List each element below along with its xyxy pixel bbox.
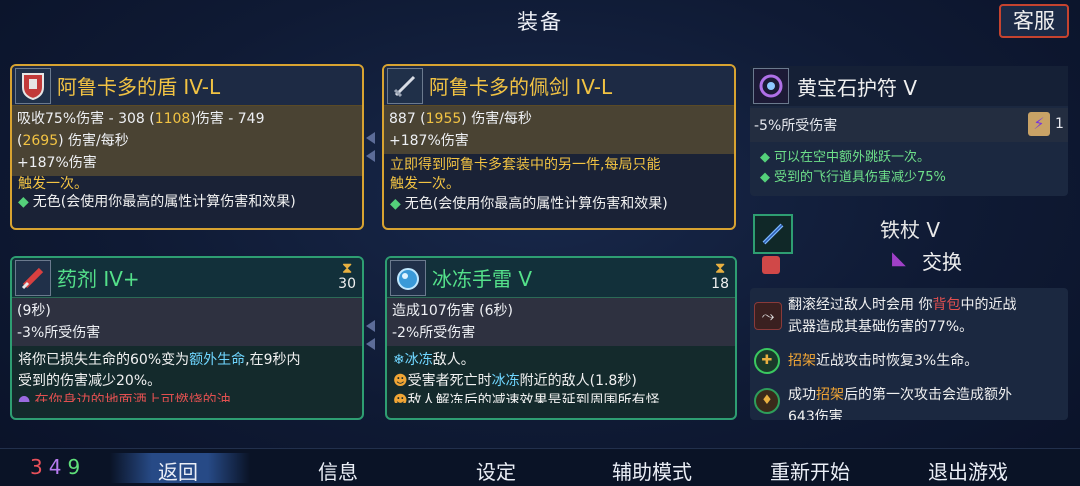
mutations-panel: ⤳ 翻滚经过敌人时会用 你背包中的近战 武器造成其基础伤害的77%。 ✚ 招架近…: [750, 288, 1068, 420]
player-avatar-icon: [762, 256, 780, 274]
restart-button[interactable]: 重新开始: [770, 456, 850, 485]
parry-bonus-icon: ♦: [754, 388, 780, 414]
shield-stats: 吸收75%伤害 - 308 (1108)伤害 - 749 (2695) 伤害/每…: [12, 106, 362, 176]
footer-menu: 349 返回 信息 设定 辅助模式 重新开始 退出游戏: [0, 448, 1080, 486]
shield-name: 阿鲁卡多的盾 IV-L: [57, 75, 221, 99]
assist-mode-button[interactable]: 辅助模式: [612, 456, 692, 485]
freeze-icon: ❄: [393, 352, 405, 368]
quit-game-button[interactable]: 退出游戏: [928, 456, 1008, 485]
grenade-name: 冰冻手雷 V: [432, 267, 533, 291]
page-title: 装备: [517, 10, 563, 34]
stat-tactics: 4: [48, 455, 68, 479]
amulet-name: 黄宝石护符 V: [797, 75, 918, 100]
stat-brutality: 3: [30, 455, 49, 479]
scroll-icon: ⚡: [1028, 112, 1050, 136]
link-arrows-top: [366, 132, 382, 168]
potion-description: 将你已损失生命的60%变为额外生命,在9秒内 受到的伤害减少20%。 ● 在你身…: [18, 352, 301, 402]
grenade-card[interactable]: 冰冻手雷 V ⧗ 18 造成107伤害 (6秒) -2%所受伤害 ❄冰冻敌人。 …: [385, 256, 737, 420]
amulet-panel[interactable]: 黄宝石护符 V -5%所受伤害 ⚡ 1 ◆ 可以在空中额外跳跃一次。 ◆ 受到的飞行…: [750, 66, 1068, 196]
ice-grenade-icon: [390, 259, 426, 296]
potion-name: 药剂 IV+: [57, 267, 140, 291]
roll-icon: ⤳: [754, 302, 782, 330]
parry-icon: ✚: [754, 348, 780, 374]
shield-effect-colorless: ◆ 无色(会使用你最高的属性计算伤害和效果): [18, 194, 296, 210]
sword-card[interactable]: 阿鲁卡多的佩剑 IV-L 887 (1955) 伤害/每秒 +187%伤害 立即…: [382, 64, 736, 230]
amulet-stat: -5%所受伤害: [754, 118, 838, 134]
sword-stats: 887 (1955) 伤害/每秒 +187%伤害: [384, 106, 734, 154]
support-button[interactable]: 客服: [999, 4, 1069, 38]
link-arrows-bottom: [366, 320, 382, 356]
stats-display: 349: [30, 455, 86, 479]
mutation-row: ✚ 招架近战攻击时恢复3%生命。: [750, 346, 1068, 376]
mutation-row: ⤳ 翻滚经过敌人时会用 你背包中的近战 武器造成其基础伤害的77%。: [750, 294, 1068, 342]
swap-action-label[interactable]: 交换: [922, 246, 962, 275]
potion-card[interactable]: 药剂 IV+ ⧗ 30 (9秒) -3%所受伤害 将你已损失生命的60%变为额外…: [10, 256, 364, 420]
scroll-count: 1: [1055, 116, 1064, 132]
swap-item-name: 铁杖 V: [880, 218, 941, 242]
staff-icon: [753, 214, 793, 254]
swap-action-icon: ◣: [892, 248, 906, 269]
sword-icon: [387, 67, 423, 104]
amulet-icon: [753, 68, 789, 104]
sword-effect-partial2: 触发一次。: [390, 176, 460, 192]
skull-icon: ☻: [393, 373, 408, 389]
shield-card[interactable]: 阿鲁卡多的盾 IV-L 吸收75%伤害 - 308 (1108)伤害 - 749…: [10, 64, 364, 230]
hourglass-icon: ⧗: [341, 259, 353, 277]
amulet-bullet-1: ◆ 可以在空中额外跳跃一次。: [760, 150, 931, 165]
settings-button[interactable]: 设定: [476, 456, 516, 485]
swap-panel[interactable]: 铁杖 V ◣ 交换: [750, 210, 1068, 280]
potion-stats: (9秒) -3%所受伤害: [12, 298, 362, 346]
sword-effect-colorless: ◆ 无色(会使用你最高的属性计算伤害和效果): [390, 196, 668, 212]
potion-icon: [15, 259, 51, 296]
info-button[interactable]: 信息: [318, 456, 358, 485]
potion-cooldown: ⧗ 30: [338, 259, 356, 292]
grenade-cooldown: ⧗ 18: [711, 259, 729, 292]
mutation-row: ♦ 成功招架后的第一次攻击会造成额外 643伤害: [750, 384, 1068, 420]
sword-name: 阿鲁卡多的佩剑 IV-L: [429, 75, 613, 99]
hourglass-icon: ⧗: [714, 259, 726, 277]
shield-icon: [15, 67, 51, 104]
sword-effect-partial: 立即得到阿鲁卡多套装中的另一件,每局只能: [390, 157, 661, 173]
amulet-bullet-2: ◆ 受到的飞行道具伤害减少75%: [760, 170, 946, 185]
shield-effect-partial: 触发一次。: [18, 176, 88, 192]
grenade-effects: ❄冰冻敌人。 ☻受害者死亡时冰冻附近的敌人(1.8秒) ☻敌人解冻后的减速效果是…: [393, 352, 660, 403]
back-button[interactable]: 返回: [158, 456, 198, 485]
grenade-stats: 造成107伤害 (6秒) -2%所受伤害: [387, 298, 735, 346]
stat-survival: 9: [67, 455, 87, 479]
